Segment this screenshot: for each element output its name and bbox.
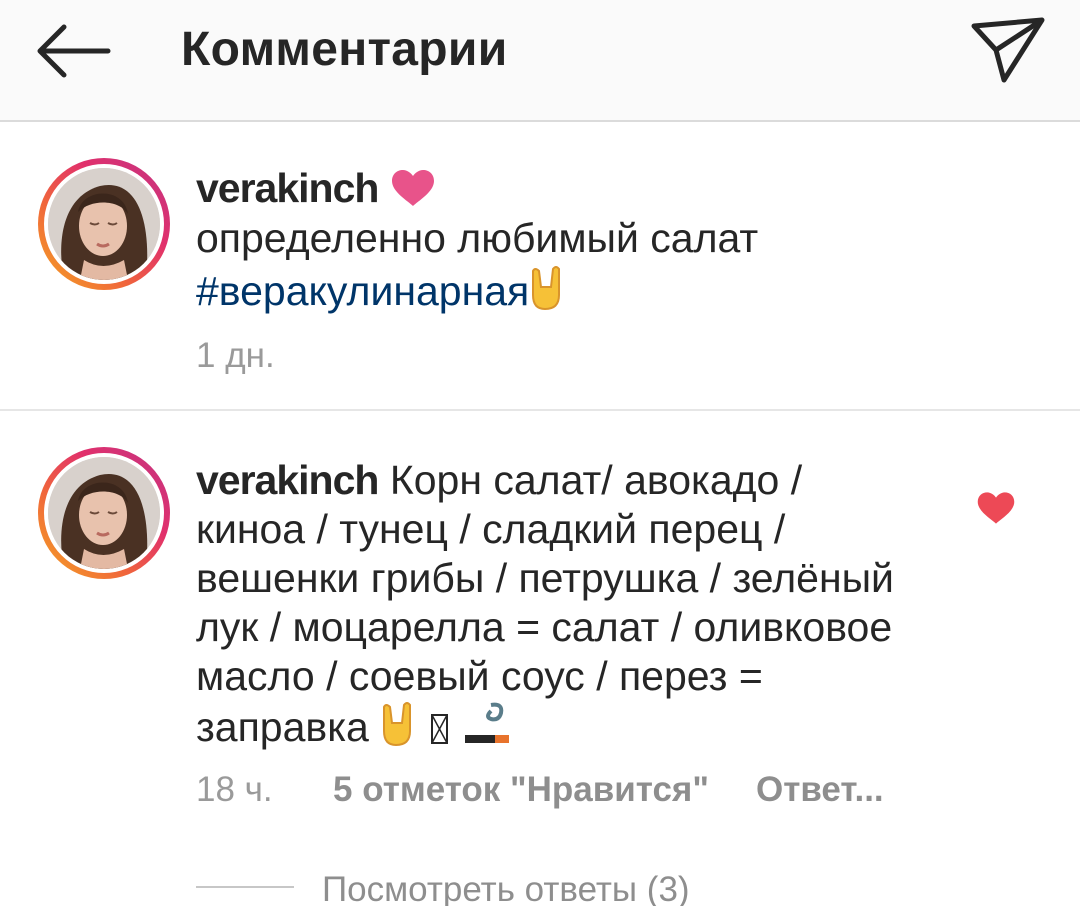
top-bar: Комментарии	[0, 0, 1080, 122]
comment-text: Корн салат/ авокадо /	[389, 457, 803, 503]
cigarette-emoji-icon	[465, 702, 510, 743]
username-link[interactable]: verakinch	[196, 165, 379, 211]
caption-timestamp: 1 дн.	[196, 336, 275, 375]
username-link[interactable]: verakinch	[196, 457, 379, 503]
heart-icon	[391, 170, 434, 206]
comment-timestamp: 18 ч.	[196, 770, 273, 809]
comment-text: масло / соевый соус / перез =	[196, 653, 763, 699]
arrow-left-icon[interactable]	[30, 18, 114, 84]
rock-hand-emoji-icon	[532, 266, 561, 311]
page-title: Комментарии	[181, 23, 508, 76]
comment-text: киноа / тунец / сладкий перец /	[196, 506, 786, 552]
comment-text: лук / моцарелла = салат / оливковое	[196, 604, 893, 650]
heart-filled-icon[interactable]	[976, 490, 1016, 526]
caption-hashtag-line: #веракулинарная	[196, 265, 567, 315]
caption-header: verakinch	[196, 164, 436, 212]
rock-hand-emoji-icon	[383, 702, 412, 747]
paper-plane-icon[interactable]	[966, 12, 1050, 88]
replies-line-divider	[196, 886, 294, 888]
reply-button[interactable]: Ответ...	[756, 770, 884, 810]
comment-last-line: заправка	[196, 701, 517, 751]
avatar[interactable]	[38, 158, 170, 290]
avatar[interactable]	[38, 447, 170, 579]
comment-text: вешенки грибы / петрушка / зелёный	[196, 555, 894, 601]
hashtag-link[interactable]: #веракулинарная	[196, 268, 529, 314]
view-replies-button[interactable]: Посмотреть ответы (3)	[322, 870, 690, 906]
comment-text: заправка	[196, 704, 369, 750]
divider	[0, 409, 1080, 411]
likes-count-link[interactable]: 5 отметок "Нравится"	[333, 770, 709, 810]
comment-first-line: verakinch Корн салат/ авокадо /	[196, 456, 802, 504]
caption-text: определенно любимый салат	[196, 215, 759, 261]
missing-glyph-icon	[430, 714, 448, 744]
